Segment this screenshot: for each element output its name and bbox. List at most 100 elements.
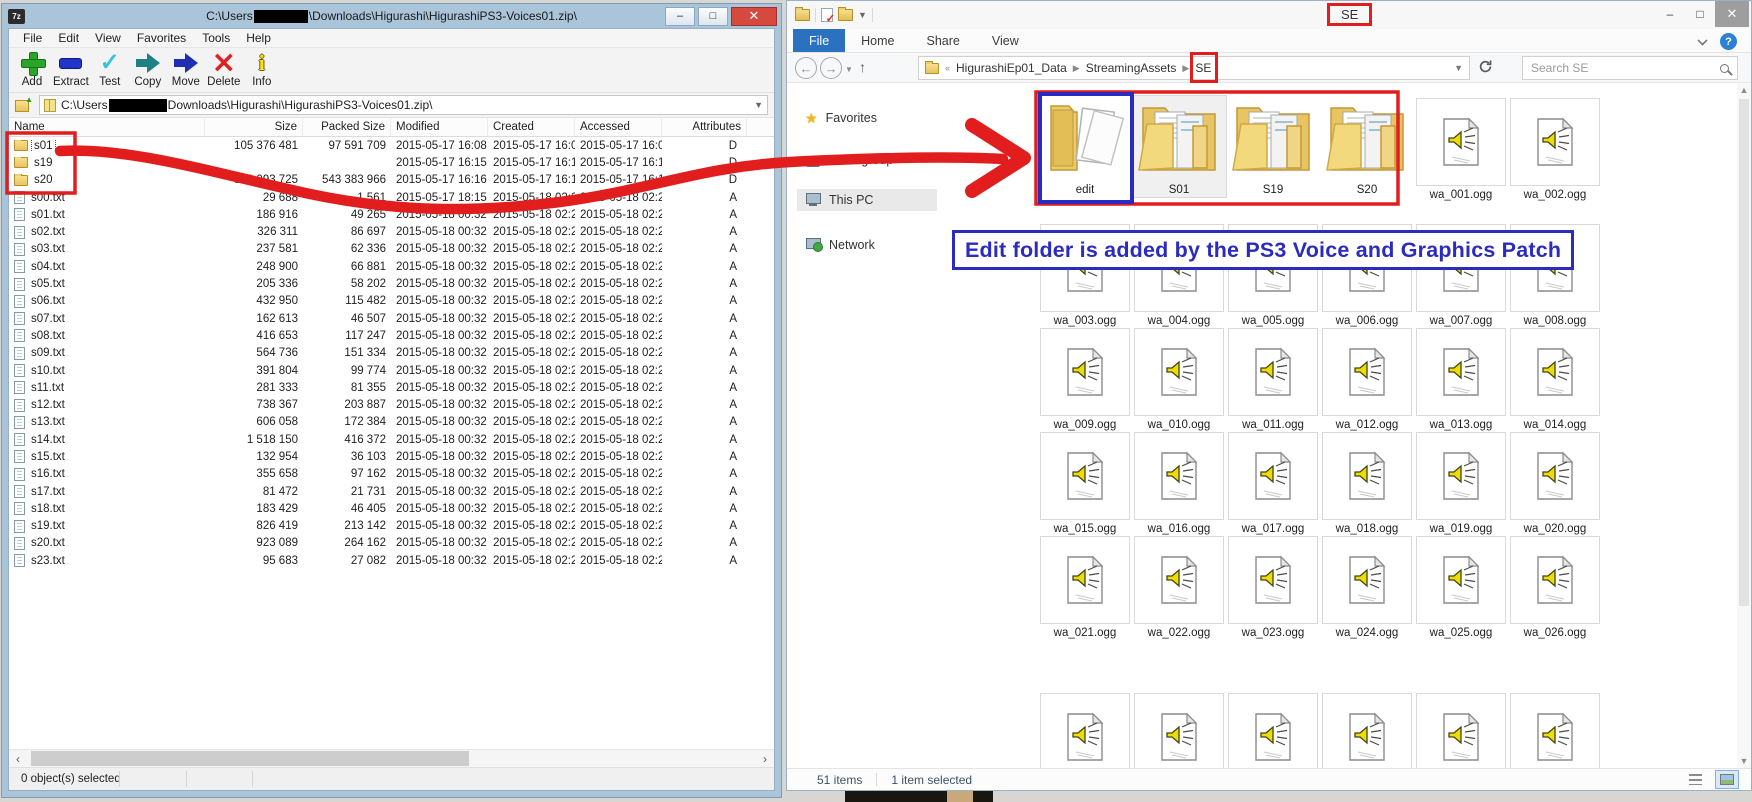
column-header-accessed[interactable]: Accessed [575,118,662,136]
scrollbar-thumb[interactable] [31,751,469,766]
close-button[interactable]: ✕ [1715,1,1749,27]
table-row[interactable]: s16.txt355 65897 1622015-05-18 00:322015… [9,466,774,483]
column-header-packed-size[interactable]: Packed Size [303,118,391,136]
search-input[interactable] [1531,61,1716,75]
help-icon[interactable]: ? [1720,33,1737,50]
table-row[interactable]: s05.txt205 33658 2022015-05-18 00:322015… [9,275,774,292]
scroll-right-icon[interactable]: › [756,750,774,767]
sidebar-item-network[interactable]: Network [797,234,937,256]
vertical-scrollbar[interactable]: ▲ ▼ [1737,83,1751,768]
refresh-icon[interactable] [1478,59,1493,77]
breadcrumb-bar[interactable]: «HigurashiEp01_Data▶StreamingAssets▶SE ▼ [918,56,1470,80]
folder-item-S01[interactable]: S01 [1132,96,1226,197]
column-header-created[interactable]: Created [488,118,575,136]
file-item-wa_010.ogg[interactable]: wa_010.ogg [1133,328,1225,432]
file-item-wa_015.ogg[interactable]: wa_015.ogg [1039,432,1131,536]
table-row[interactable]: s01.txt186 91649 2652015-05-18 00:322015… [9,206,774,223]
file-item-partial[interactable] [1227,693,1319,768]
table-row[interactable]: s00.txt29 6881 5612015-05-17 18:152015-0… [9,189,774,206]
ribbon-expand-chevron-icon[interactable] [1697,35,1707,45]
column-header-attributes[interactable]: Attributes [662,118,747,136]
table-row[interactable]: s04.txt248 90066 8812015-05-18 00:322015… [9,258,774,275]
parent-folder-icon[interactable] [15,99,31,112]
recent-locations-chevron-icon[interactable]: ▼ [845,65,853,74]
file-item-wa_025.ogg[interactable]: wa_025.ogg [1415,536,1507,640]
table-row[interactable]: s19.txt826 419213 1422015-05-18 00:32201… [9,518,774,535]
sevenzip-titlebar[interactable]: 7z C:\Users\Downloads\Higurashi\Higurash… [2,4,781,28]
file-item-partial[interactable] [1509,693,1601,768]
breadcrumb-item-higurashiep01_data[interactable]: HigurashiEp01_Data [956,61,1067,75]
file-item-partial[interactable] [1133,693,1225,768]
view-thumbnails-button[interactable] [1715,770,1739,789]
maximize-button[interactable]: □ [698,7,728,26]
file-item-wa_016.ogg[interactable]: wa_016.ogg [1133,432,1225,536]
column-header-modified[interactable]: Modified [391,118,488,136]
table-row[interactable]: s06.txt432 950115 4822015-05-18 00:32201… [9,293,774,310]
column-header-size[interactable]: Size [205,118,303,136]
folder-item-S20[interactable]: S20 [1320,96,1414,197]
sidebar-item-this-pc[interactable]: This PC [797,189,937,211]
qat-check-doc-icon[interactable] [821,8,833,22]
qat-chevron-down-icon[interactable]: ▼ [858,10,867,20]
table-row[interactable]: s03.txt237 58162 3362015-05-18 00:322015… [9,241,774,258]
table-row[interactable]: s02.txt326 31186 6972015-05-18 00:322015… [9,223,774,240]
scroll-left-icon[interactable]: ‹ [9,750,27,767]
sidebar-item-favorites[interactable]: ★Favorites [797,107,937,129]
qat-folder-icon[interactable] [795,9,810,21]
toolbar-delete-button[interactable]: ×Delete [205,49,243,89]
sidebar-item-homegroup[interactable]: Homegroup [797,149,937,171]
file-item-wa_017.ogg[interactable]: wa_017.ogg [1227,432,1319,536]
scroll-down-icon[interactable]: ▼ [1737,754,1751,768]
tab-share[interactable]: Share [911,29,976,52]
toolbar-test-button[interactable]: ✓Test [91,49,129,89]
file-item-wa_022.ogg[interactable]: wa_022.ogg [1133,536,1225,640]
file-item-partial[interactable] [1415,693,1507,768]
table-row[interactable]: s23.txt95 68327 0822015-05-18 00:322015-… [9,552,774,569]
forward-icon[interactable]: → [820,57,842,79]
horizontal-scrollbar[interactable]: ‹ › [9,750,774,768]
file-item-wa_026.ogg[interactable]: wa_026.ogg [1509,536,1601,640]
address-dropdown-chevron-icon[interactable]: ▼ [1454,63,1463,73]
toolbar-info-button[interactable]: iInfo [243,49,281,89]
up-icon[interactable]: ↑ [859,59,866,75]
maximize-button[interactable]: □ [1685,1,1715,27]
column-header-name[interactable]: Name [9,118,205,136]
file-item-wa_024.ogg[interactable]: wa_024.ogg [1321,536,1413,640]
minimize-button[interactable]: – [665,7,695,26]
file-item-wa_021.ogg[interactable]: wa_021.ogg [1039,536,1131,640]
scrollbar-thumb[interactable] [1739,99,1749,606]
table-row[interactable]: s14.txt1 518 150416 3722015-05-18 00:322… [9,431,774,448]
menu-view[interactable]: View [87,31,129,45]
file-item-wa_001.ogg[interactable]: wa_001.ogg [1415,98,1507,202]
table-row[interactable]: s17.txt81 47221 7312015-05-18 00:322015-… [9,483,774,500]
file-item-wa_014.ogg[interactable]: wa_014.ogg [1509,328,1601,432]
menu-tools[interactable]: Tools [194,31,238,45]
table-row[interactable]: s11.txt281 33381 3552015-05-18 00:322015… [9,379,774,396]
table-row[interactable]: s09.txt564 736151 3342015-05-18 00:32201… [9,345,774,362]
table-row[interactable]: s01105 376 48197 591 7092015-05-17 16:08… [9,137,774,154]
view-list-button[interactable] [1683,770,1707,789]
table-row[interactable]: s07.txt162 61346 5072015-05-18 00:322015… [9,310,774,327]
menu-edit[interactable]: Edit [50,31,87,45]
file-item-partial[interactable] [1321,693,1413,768]
menu-help[interactable]: Help [238,31,279,45]
toolbar-copy-button[interactable]: Copy [129,49,167,89]
file-item-wa_011.ogg[interactable]: wa_011.ogg [1227,328,1319,432]
table-row[interactable]: s10.txt391 80499 7742015-05-18 00:322015… [9,362,774,379]
table-row[interactable]: s08.txt416 653117 2472015-05-18 00:32201… [9,327,774,344]
folder-item-S19[interactable]: S19 [1226,96,1320,197]
minimize-button[interactable]: – [1655,1,1685,27]
file-item-wa_009.ogg[interactable]: wa_009.ogg [1039,328,1131,432]
tab-file[interactable]: File [793,29,845,52]
file-item-wa_002.ogg[interactable]: wa_002.ogg [1509,98,1601,202]
file-item-wa_013.ogg[interactable]: wa_013.ogg [1415,328,1507,432]
file-item-wa_019.ogg[interactable]: wa_019.ogg [1415,432,1507,536]
table-row[interactable]: s20580 093 725543 383 9662015-05-17 16:1… [9,172,774,189]
qat-new-folder-icon[interactable] [838,9,853,21]
file-item-wa_018.ogg[interactable]: wa_018.ogg [1321,432,1413,536]
address-combobox[interactable]: C:\UsersDownloads\Higurashi\HigurashiPS3… [39,95,768,115]
explorer-titlebar[interactable]: ▼ SE – □ ✕ [787,1,1751,29]
breadcrumb-item-se[interactable]: SE [1195,61,1211,75]
toolbar-extract-button[interactable]: Extract [51,49,91,89]
search-icon[interactable] [1720,64,1729,73]
